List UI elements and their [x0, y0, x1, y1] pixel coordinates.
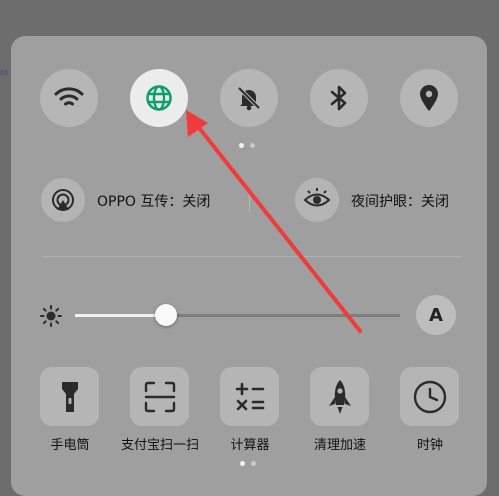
annotation-arrow	[186, 110, 362, 333]
